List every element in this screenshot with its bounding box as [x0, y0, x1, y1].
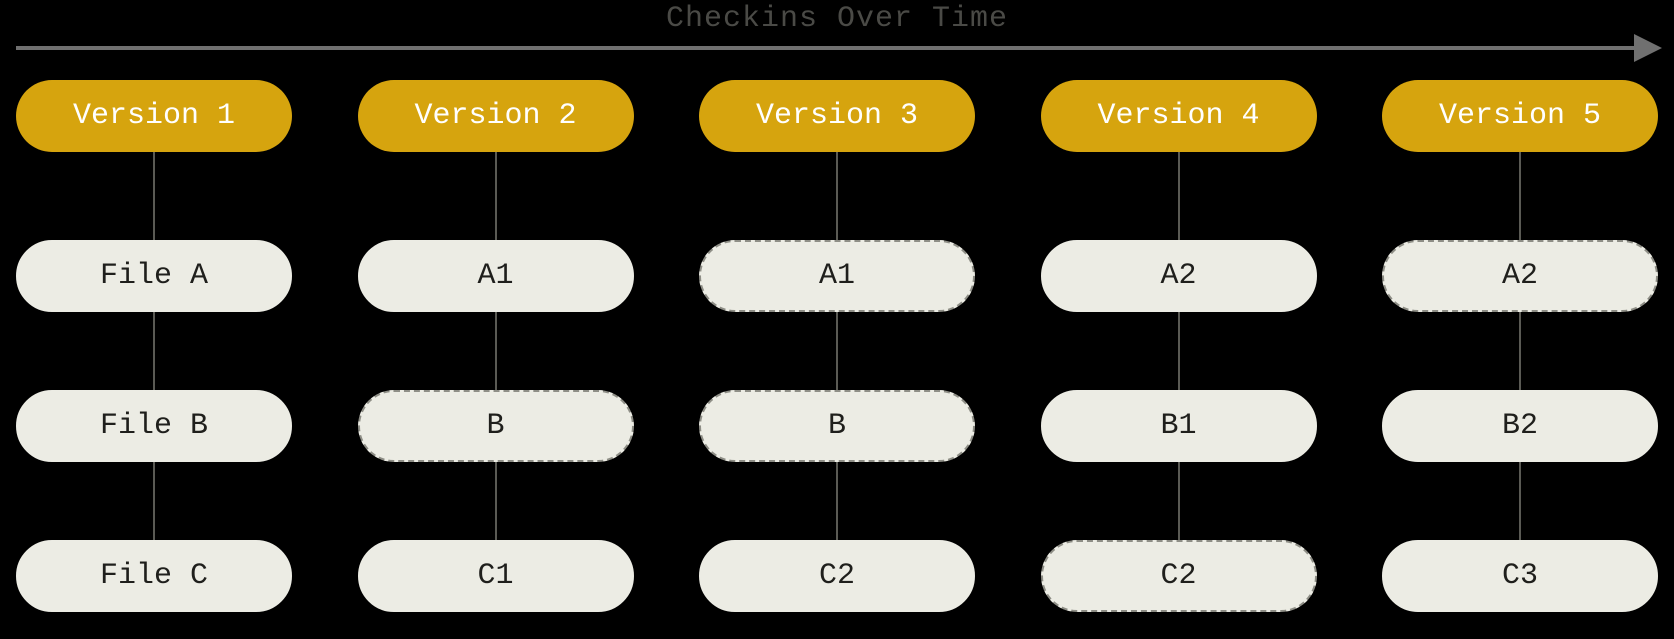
- version-node: Version 1: [16, 80, 292, 152]
- file-node: B: [699, 390, 975, 462]
- file-node: C2: [699, 540, 975, 612]
- file-label: File A: [100, 259, 208, 293]
- file-node: A1: [358, 240, 634, 312]
- connector-line: [1178, 116, 1180, 576]
- file-label: C2: [819, 559, 855, 593]
- file-node: C1: [358, 540, 634, 612]
- file-label: B1: [1160, 409, 1196, 443]
- file-node: A1: [699, 240, 975, 312]
- diagram-title: Checkins Over Time: [0, 2, 1674, 36]
- file-label: B: [828, 409, 846, 443]
- version-label: Version 3: [756, 99, 918, 133]
- version-column: Version 3 A1 B C2: [699, 80, 975, 636]
- version-label: Version 4: [1097, 99, 1259, 133]
- timeline-arrow-head-icon: [1634, 34, 1662, 62]
- file-label: A1: [477, 259, 513, 293]
- file-node: File B: [16, 390, 292, 462]
- file-label: A2: [1502, 259, 1538, 293]
- file-node: B: [358, 390, 634, 462]
- file-node: B1: [1041, 390, 1317, 462]
- version-node: Version 2: [358, 80, 634, 152]
- version-column: Version 1 File A File B File C: [16, 80, 292, 636]
- version-column: Version 2 A1 B C1: [358, 80, 634, 636]
- connector-line: [495, 116, 497, 576]
- version-node: Version 4: [1041, 80, 1317, 152]
- version-column: Version 5 A2 B2 C3: [1382, 80, 1658, 636]
- version-column: Version 4 A2 B1 C2: [1041, 80, 1317, 636]
- file-node: B2: [1382, 390, 1658, 462]
- connector-line: [153, 116, 155, 576]
- file-label: A2: [1160, 259, 1196, 293]
- file-node: A2: [1382, 240, 1658, 312]
- file-node: C3: [1382, 540, 1658, 612]
- timeline-arrow-line: [16, 46, 1636, 50]
- file-label: C1: [477, 559, 513, 593]
- file-label: C2: [1160, 559, 1196, 593]
- file-label: A1: [819, 259, 855, 293]
- columns-container: Version 1 File A File B File C Version 2 A1 B C…: [16, 80, 1658, 639]
- file-node: File A: [16, 240, 292, 312]
- file-label: B2: [1502, 409, 1538, 443]
- file-node: File C: [16, 540, 292, 612]
- version-node: Version 5: [1382, 80, 1658, 152]
- timeline-arrow: [16, 34, 1662, 64]
- version-label: Version 2: [414, 99, 576, 133]
- file-label: File C: [100, 559, 208, 593]
- connector-line: [1519, 116, 1521, 576]
- version-node: Version 3: [699, 80, 975, 152]
- diagram-canvas: Checkins Over Time Version 1 File A File B…: [0, 0, 1674, 639]
- file-node: A2: [1041, 240, 1317, 312]
- file-node: C2: [1041, 540, 1317, 612]
- version-label: Version 5: [1439, 99, 1601, 133]
- connector-line: [836, 116, 838, 576]
- file-label: B: [486, 409, 504, 443]
- file-label: File B: [100, 409, 208, 443]
- file-label: C3: [1502, 559, 1538, 593]
- version-label: Version 1: [73, 99, 235, 133]
